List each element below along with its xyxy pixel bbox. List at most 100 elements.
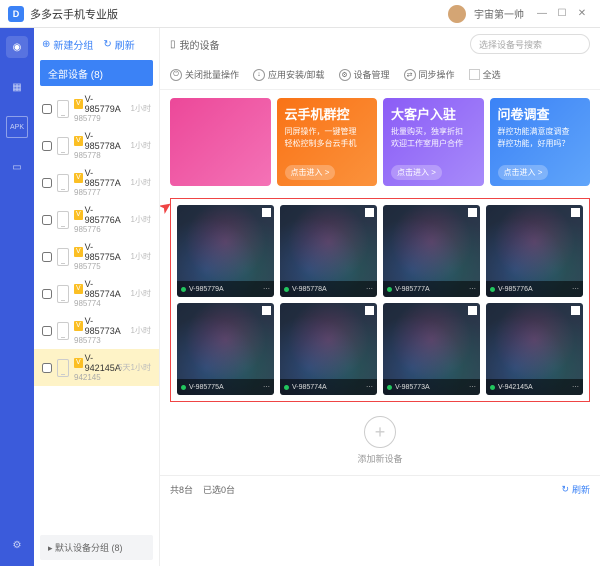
add-device-button[interactable]: +	[364, 416, 396, 448]
device-grid-area: ➤ V-985779A ⋯ V-985778A ⋯ V-985777A ⋯ V-…	[170, 198, 590, 402]
tile-more-icon[interactable]: ⋯	[263, 383, 270, 391]
promo-card[interactable]	[170, 98, 271, 186]
device-item[interactable]: VV-985777A 985777 1小时	[34, 164, 159, 201]
promo-card[interactable]: 问卷调查 群控功能满意度调查群控功能，好用吗？ 点击进入 >	[490, 98, 591, 186]
tile-checkbox[interactable]	[365, 208, 374, 217]
status-dot-icon	[284, 385, 289, 390]
select-all-button[interactable]: 全选	[469, 68, 501, 81]
avatar[interactable]	[448, 5, 466, 23]
device-checkbox[interactable]	[42, 289, 52, 299]
device-id: 985774	[74, 299, 126, 308]
device-tile[interactable]: V-985779A ⋯	[177, 205, 274, 297]
footer-refresh-button[interactable]: ↻ 刷新	[561, 483, 590, 496]
tile-more-icon[interactable]: ⋯	[572, 383, 579, 391]
device-checkbox[interactable]	[42, 252, 52, 262]
app-title: 多多云手机专业版	[30, 6, 448, 22]
rail-apk-icon[interactable]: APK	[6, 116, 28, 138]
device-tile[interactable]: V-985775A ⋯	[177, 303, 274, 395]
device-item[interactable]: VV-985774A 985774 1小时	[34, 275, 159, 312]
all-devices-group[interactable]: 全部设备 (8)	[40, 60, 153, 86]
device-item[interactable]: VV-985773A 985773 1小时	[34, 312, 159, 349]
device-checkbox[interactable]	[42, 215, 52, 225]
device-id: 985778	[74, 151, 126, 160]
tile-checkbox[interactable]	[468, 208, 477, 217]
tile-name: V-985776A	[498, 286, 533, 293]
tile-checkbox[interactable]	[571, 208, 580, 217]
device-badge: V	[74, 284, 83, 294]
tile-checkbox[interactable]	[468, 306, 477, 315]
rail-wallet-icon[interactable]: ▭	[6, 156, 28, 178]
sync-op-button[interactable]: ⇄同步操作	[404, 68, 455, 81]
promo-button[interactable]: 点击进入 >	[498, 165, 549, 180]
promo-button[interactable]: 点击进入 >	[285, 165, 336, 180]
device-badge: V	[74, 358, 83, 368]
tile-more-icon[interactable]: ⋯	[366, 285, 373, 293]
maximize-button[interactable]: ☐	[552, 6, 572, 22]
device-mgmt-button[interactable]: ⚙设备管理	[339, 68, 390, 81]
device-time: 1小时	[131, 251, 151, 262]
footer-selected: 已选0台	[203, 483, 235, 496]
device-time: 1小时	[131, 288, 151, 299]
tile-checkbox[interactable]	[365, 306, 374, 315]
device-name: VV-942145A	[74, 353, 113, 373]
promo-subtitle: 批量购买，独享折扣欢迎工作室用户合作	[391, 126, 476, 150]
promo-card[interactable]: 云手机群控 同屏操作，一键管理轻松控制多台云手机 点击进入 >	[277, 98, 378, 186]
tile-more-icon[interactable]: ⋯	[469, 383, 476, 391]
device-tile[interactable]: V-985778A ⋯	[280, 205, 377, 297]
device-checkbox[interactable]	[42, 178, 52, 188]
checkbox-icon	[469, 69, 480, 80]
device-tile[interactable]: V-985774A ⋯	[280, 303, 377, 395]
refresh-sidebar-button[interactable]: ↻ 刷新	[103, 37, 134, 52]
tile-name: V-985775A	[189, 384, 224, 391]
rail-settings-icon[interactable]: ⚙	[6, 534, 28, 556]
promo-row: 云手机群控 同屏操作，一键管理轻松控制多台云手机 点击进入 > 大客户入驻 批量…	[160, 90, 600, 194]
tile-checkbox[interactable]	[262, 306, 271, 315]
tile-more-icon[interactable]: ⋯	[469, 285, 476, 293]
close-batch-button[interactable]: ⏻关闭批量操作	[170, 68, 239, 81]
device-checkbox[interactable]	[42, 363, 52, 373]
device-tile[interactable]: V-985777A ⋯	[383, 205, 480, 297]
close-button[interactable]: ✕	[572, 6, 592, 22]
titlebar: D 多多云手机专业版 宇宙第一帅 — ☐ ✕	[0, 0, 600, 28]
tile-more-icon[interactable]: ⋯	[263, 285, 270, 293]
sync-icon: ⇄	[404, 69, 416, 81]
device-item[interactable]: VV-985779A 985779 1小时	[34, 90, 159, 127]
tile-label: V-985778A ⋯	[280, 281, 377, 297]
promo-subtitle: 群控功能满意度调查群控功能，好用吗？	[498, 126, 583, 150]
device-item[interactable]: VV-942145A 942145 5天1小时	[34, 349, 159, 386]
app-install-button[interactable]: ↓应用安装/卸载	[253, 68, 325, 81]
device-badge: V	[74, 321, 83, 331]
device-item[interactable]: VV-985775A 985775 1小时	[34, 238, 159, 275]
tile-more-icon[interactable]: ⋯	[366, 383, 373, 391]
search-input[interactable]: 选择设备号搜索	[470, 34, 590, 54]
device-tile[interactable]: V-942145A ⋯	[486, 303, 583, 395]
device-time: 1小时	[131, 325, 151, 336]
minimize-button[interactable]: —	[532, 6, 552, 22]
default-group[interactable]: ▸ 默认设备分组 (8)	[40, 535, 153, 560]
device-item[interactable]: VV-985776A 985776 1小时	[34, 201, 159, 238]
tile-checkbox[interactable]	[571, 306, 580, 315]
device-name: VV-985776A	[74, 205, 126, 225]
promo-button[interactable]: 点击进入 >	[391, 165, 442, 180]
device-list: VV-985779A 985779 1小时 VV-985778A 985778 …	[34, 86, 159, 529]
status-dot-icon	[490, 385, 495, 390]
device-tile[interactable]: V-985776A ⋯	[486, 205, 583, 297]
my-devices-tab[interactable]: ▯ 我的设备	[170, 37, 220, 52]
rail-home-icon[interactable]: ◉	[6, 36, 28, 58]
phone-icon	[57, 248, 69, 266]
default-group-label: 默认设备分组 (8)	[55, 543, 123, 553]
device-tile[interactable]: V-985773A ⋯	[383, 303, 480, 395]
new-group-button[interactable]: ⊕ 新建分组	[42, 37, 93, 52]
tile-more-icon[interactable]: ⋯	[572, 285, 579, 293]
tile-checkbox[interactable]	[262, 208, 271, 217]
content-top: ▯ 我的设备 选择设备号搜索	[160, 28, 600, 60]
device-id: 985779	[74, 114, 126, 123]
device-item[interactable]: VV-985778A 985778 1小时	[34, 127, 159, 164]
device-checkbox[interactable]	[42, 104, 52, 114]
rail-apps-icon[interactable]: ▦	[6, 76, 28, 98]
device-badge: V	[74, 247, 83, 257]
device-checkbox[interactable]	[42, 326, 52, 336]
promo-card[interactable]: 大客户入驻 批量购买，独享折扣欢迎工作室用户合作 点击进入 >	[383, 98, 484, 186]
device-checkbox[interactable]	[42, 141, 52, 151]
device-id: 985775	[74, 262, 126, 271]
